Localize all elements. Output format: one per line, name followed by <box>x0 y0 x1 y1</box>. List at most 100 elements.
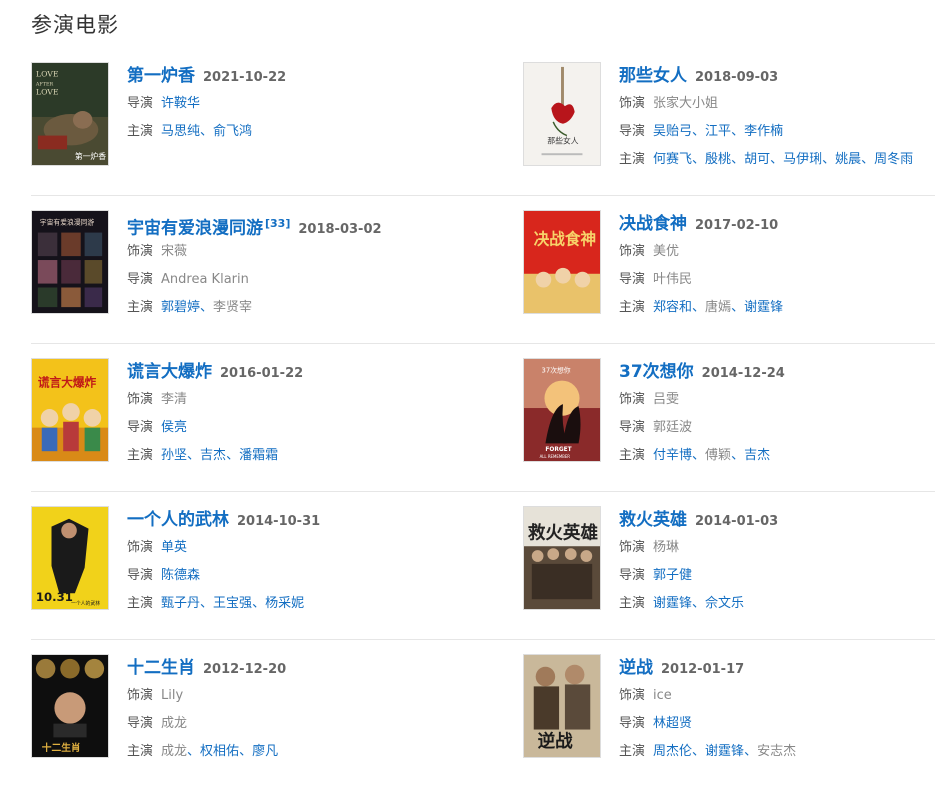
director-link[interactable]: 江平 <box>705 124 731 139</box>
director-name: Andrea Klarin <box>161 272 249 287</box>
film-row: LOVE AFTER LOVE 第一炉香 第一炉香 2021-10-22 导演 许鞍… <box>31 48 935 196</box>
film-poster[interactable]: LOVE AFTER LOVE 第一炉香 <box>31 62 109 166</box>
film-poster[interactable]: 决战食神 <box>523 210 601 314</box>
lead-actor-link[interactable]: 吉杰 <box>200 448 226 463</box>
role-name: 美优 <box>653 244 680 259</box>
poster-image: 宇宙有爱浪漫同游 <box>32 211 108 313</box>
lead-actor-link[interactable]: 权相佑 <box>200 744 239 759</box>
lead-actor-link[interactable]: 俞飞鸿 <box>213 124 252 139</box>
lead-actor-link[interactable]: 甄子丹 <box>161 596 200 611</box>
film-poster[interactable]: 宇宙有爱浪漫同游 <box>31 210 109 314</box>
lead-actor-link[interactable]: 殷桃 <box>705 152 731 167</box>
lead-actor-link[interactable]: 马伊琍 <box>783 152 822 167</box>
film-title-link[interactable]: 十二生肖 <box>127 658 195 678</box>
director-label: 导演 <box>127 568 154 583</box>
director-link[interactable]: 侯亮 <box>161 420 187 435</box>
film-poster[interactable]: 十二生肖 <box>31 654 109 758</box>
director-link[interactable]: 李作楠 <box>744 124 783 139</box>
lead-actor-link[interactable]: 王宝强 <box>213 596 252 611</box>
reference-link[interactable]: [33] <box>265 217 290 230</box>
director-line: 导演 成龙 <box>127 710 501 738</box>
lead-actor-link[interactable]: 廖凡 <box>252 744 278 759</box>
lead-actor-link[interactable]: 周杰伦 <box>653 744 692 759</box>
film-poster[interactable]: 救火英雄 <box>523 506 601 610</box>
filmography-grid: LOVE AFTER LOVE 第一炉香 第一炉香 2021-10-22 导演 许鞍… <box>31 48 935 787</box>
film-row: 10.31 一个人的武林 一个人的武林 2014-10-31 饰演 单英 导演 陈德森… <box>31 492 935 640</box>
poster-image: 决战食神 <box>524 211 600 313</box>
director-link[interactable]: 吴贻弓 <box>653 124 692 139</box>
lead-actor-link[interactable]: 何赛飞 <box>653 152 692 167</box>
role-label: 饰演 <box>127 244 154 259</box>
film-title-link[interactable]: 第一炉香 <box>127 66 195 86</box>
lead-actor-link[interactable]: 谢霆锋 <box>744 300 783 315</box>
svg-text:FORGET: FORGET <box>545 447 571 453</box>
director-label: 导演 <box>619 716 646 731</box>
lead-actor-link[interactable]: 杨采妮 <box>265 596 304 611</box>
lead-actor-link[interactable]: 郑容和 <box>653 300 692 315</box>
role-line: 饰演 Lily <box>127 682 501 710</box>
director-label: 导演 <box>127 96 154 111</box>
leads-label: 主演 <box>127 300 154 315</box>
director-line: 导演 郭子健 <box>619 562 935 590</box>
film-release-date: 2012-01-17 <box>661 662 745 677</box>
svg-text:逆战: 逆战 <box>538 731 573 752</box>
film-title-link[interactable]: 宇宙有爱浪漫同游 <box>127 218 263 238</box>
film-title-link[interactable]: 那些女人 <box>619 66 687 86</box>
film-title-link[interactable]: 一个人的武林 <box>127 510 229 530</box>
section-title: 参演电影 <box>31 13 119 37</box>
director-link[interactable]: 陈德森 <box>161 568 200 583</box>
svg-text:宇宙有爱浪漫同游: 宇宙有爱浪漫同游 <box>40 218 95 227</box>
film-title-link[interactable]: 37次想你 <box>619 362 694 382</box>
role-name: 李清 <box>161 392 188 407</box>
role-link[interactable]: 单英 <box>161 540 187 555</box>
role-label: 饰演 <box>127 540 154 555</box>
svg-text:决战食神: 决战食神 <box>534 229 596 248</box>
film-title-link[interactable]: 救火英雄 <box>619 510 687 530</box>
director-link[interactable]: 许鞍华 <box>161 96 200 111</box>
lead-actor-link[interactable]: 胡可 <box>744 152 770 167</box>
leads-line: 主演 甄子丹、王宝强、杨采妮 <box>127 596 305 611</box>
film-info: 谎言大爆炸 2016-01-22 饰演 李清 导演 侯亮 主演 孙坚、吉杰、潘霜霜 <box>127 358 501 470</box>
lead-actor-link[interactable]: 潘霜霜 <box>239 448 278 463</box>
film-card: 十二生肖 十二生肖 2012-12-20 饰演 Lily 导演 成龙 主演 成龙、权相佑… <box>31 654 501 774</box>
film-poster[interactable]: 那些女人 <box>523 62 601 166</box>
director-line: 导演 陈德森 <box>127 562 501 590</box>
film-title-link[interactable]: 决战食神 <box>619 214 687 234</box>
leads-line: 主演 何赛飞、殷桃、胡可、马伊琍、姚晨、周冬雨 <box>619 152 914 167</box>
lead-actor-link[interactable]: 马思纯 <box>161 124 200 139</box>
leads-label: 主演 <box>619 152 646 167</box>
lead-actor-link[interactable]: 吉杰 <box>744 448 770 463</box>
film-title-link[interactable]: 逆战 <box>619 658 653 678</box>
film-poster[interactable]: 37次想你 FORGET ALL REMEMBER <box>523 358 601 462</box>
film-poster[interactable]: 逆战 <box>523 654 601 758</box>
lead-actor-link[interactable]: 周冬雨 <box>874 152 913 167</box>
director-line: 导演 Andrea Klarin <box>127 266 501 294</box>
leads-line: 主演 孙坚、吉杰、潘霜霜 <box>127 448 279 463</box>
film-info: 救火英雄 2014-01-03 饰演 杨琳 导演 郭子健 主演 谢霆锋、佘文乐 <box>619 506 935 618</box>
film-poster[interactable]: 10.31 一个人的武林 <box>31 506 109 610</box>
svg-text:37次想你: 37次想你 <box>542 366 571 375</box>
role-line: 饰演 宋薇 <box>127 238 501 266</box>
role-line: 饰演 ice <box>619 682 935 710</box>
lead-actor-link[interactable]: 付辛博 <box>653 448 692 463</box>
film-row: 谎言大爆炸 谎言大爆炸 2016-01-22 饰演 李清 导演 侯亮 主演 孙坚、吉杰、… <box>31 344 935 492</box>
svg-text:LOVE: LOVE <box>36 70 59 79</box>
film-info: 37次想你 2014-12-24 饰演 吕雯 导演 郭廷波 主演 付辛博、傅颖、吉杰 <box>619 358 935 470</box>
lead-actor-link[interactable]: 郭碧婷 <box>161 300 200 315</box>
film-card: 10.31 一个人的武林 一个人的武林 2014-10-31 饰演 单英 导演 陈德森… <box>31 506 501 626</box>
film-title-link[interactable]: 谎言大爆炸 <box>127 362 212 382</box>
film-poster[interactable]: 谎言大爆炸 <box>31 358 109 462</box>
lead-actor-link[interactable]: 姚晨 <box>835 152 861 167</box>
role-line: 饰演 吕雯 <box>619 386 935 414</box>
director-link[interactable]: 郭子健 <box>653 568 692 583</box>
lead-actor-link[interactable]: 谢霆锋 <box>705 744 744 759</box>
lead-actor-link[interactable]: 孙坚 <box>161 448 187 463</box>
lead-actor-link[interactable]: 佘文乐 <box>705 596 744 611</box>
lead-actor-link[interactable]: 谢霆锋 <box>653 596 692 611</box>
poster-image: 逆战 <box>524 655 600 757</box>
director-line: 导演 林超贤 <box>619 710 935 738</box>
leads-line: 主演 马思纯、俞飞鸿 <box>127 124 253 139</box>
director-link[interactable]: 林超贤 <box>653 716 692 731</box>
leads-line: 主演 郭碧婷、李贤宰 <box>127 300 253 315</box>
film-release-date: 2014-01-03 <box>695 514 779 529</box>
